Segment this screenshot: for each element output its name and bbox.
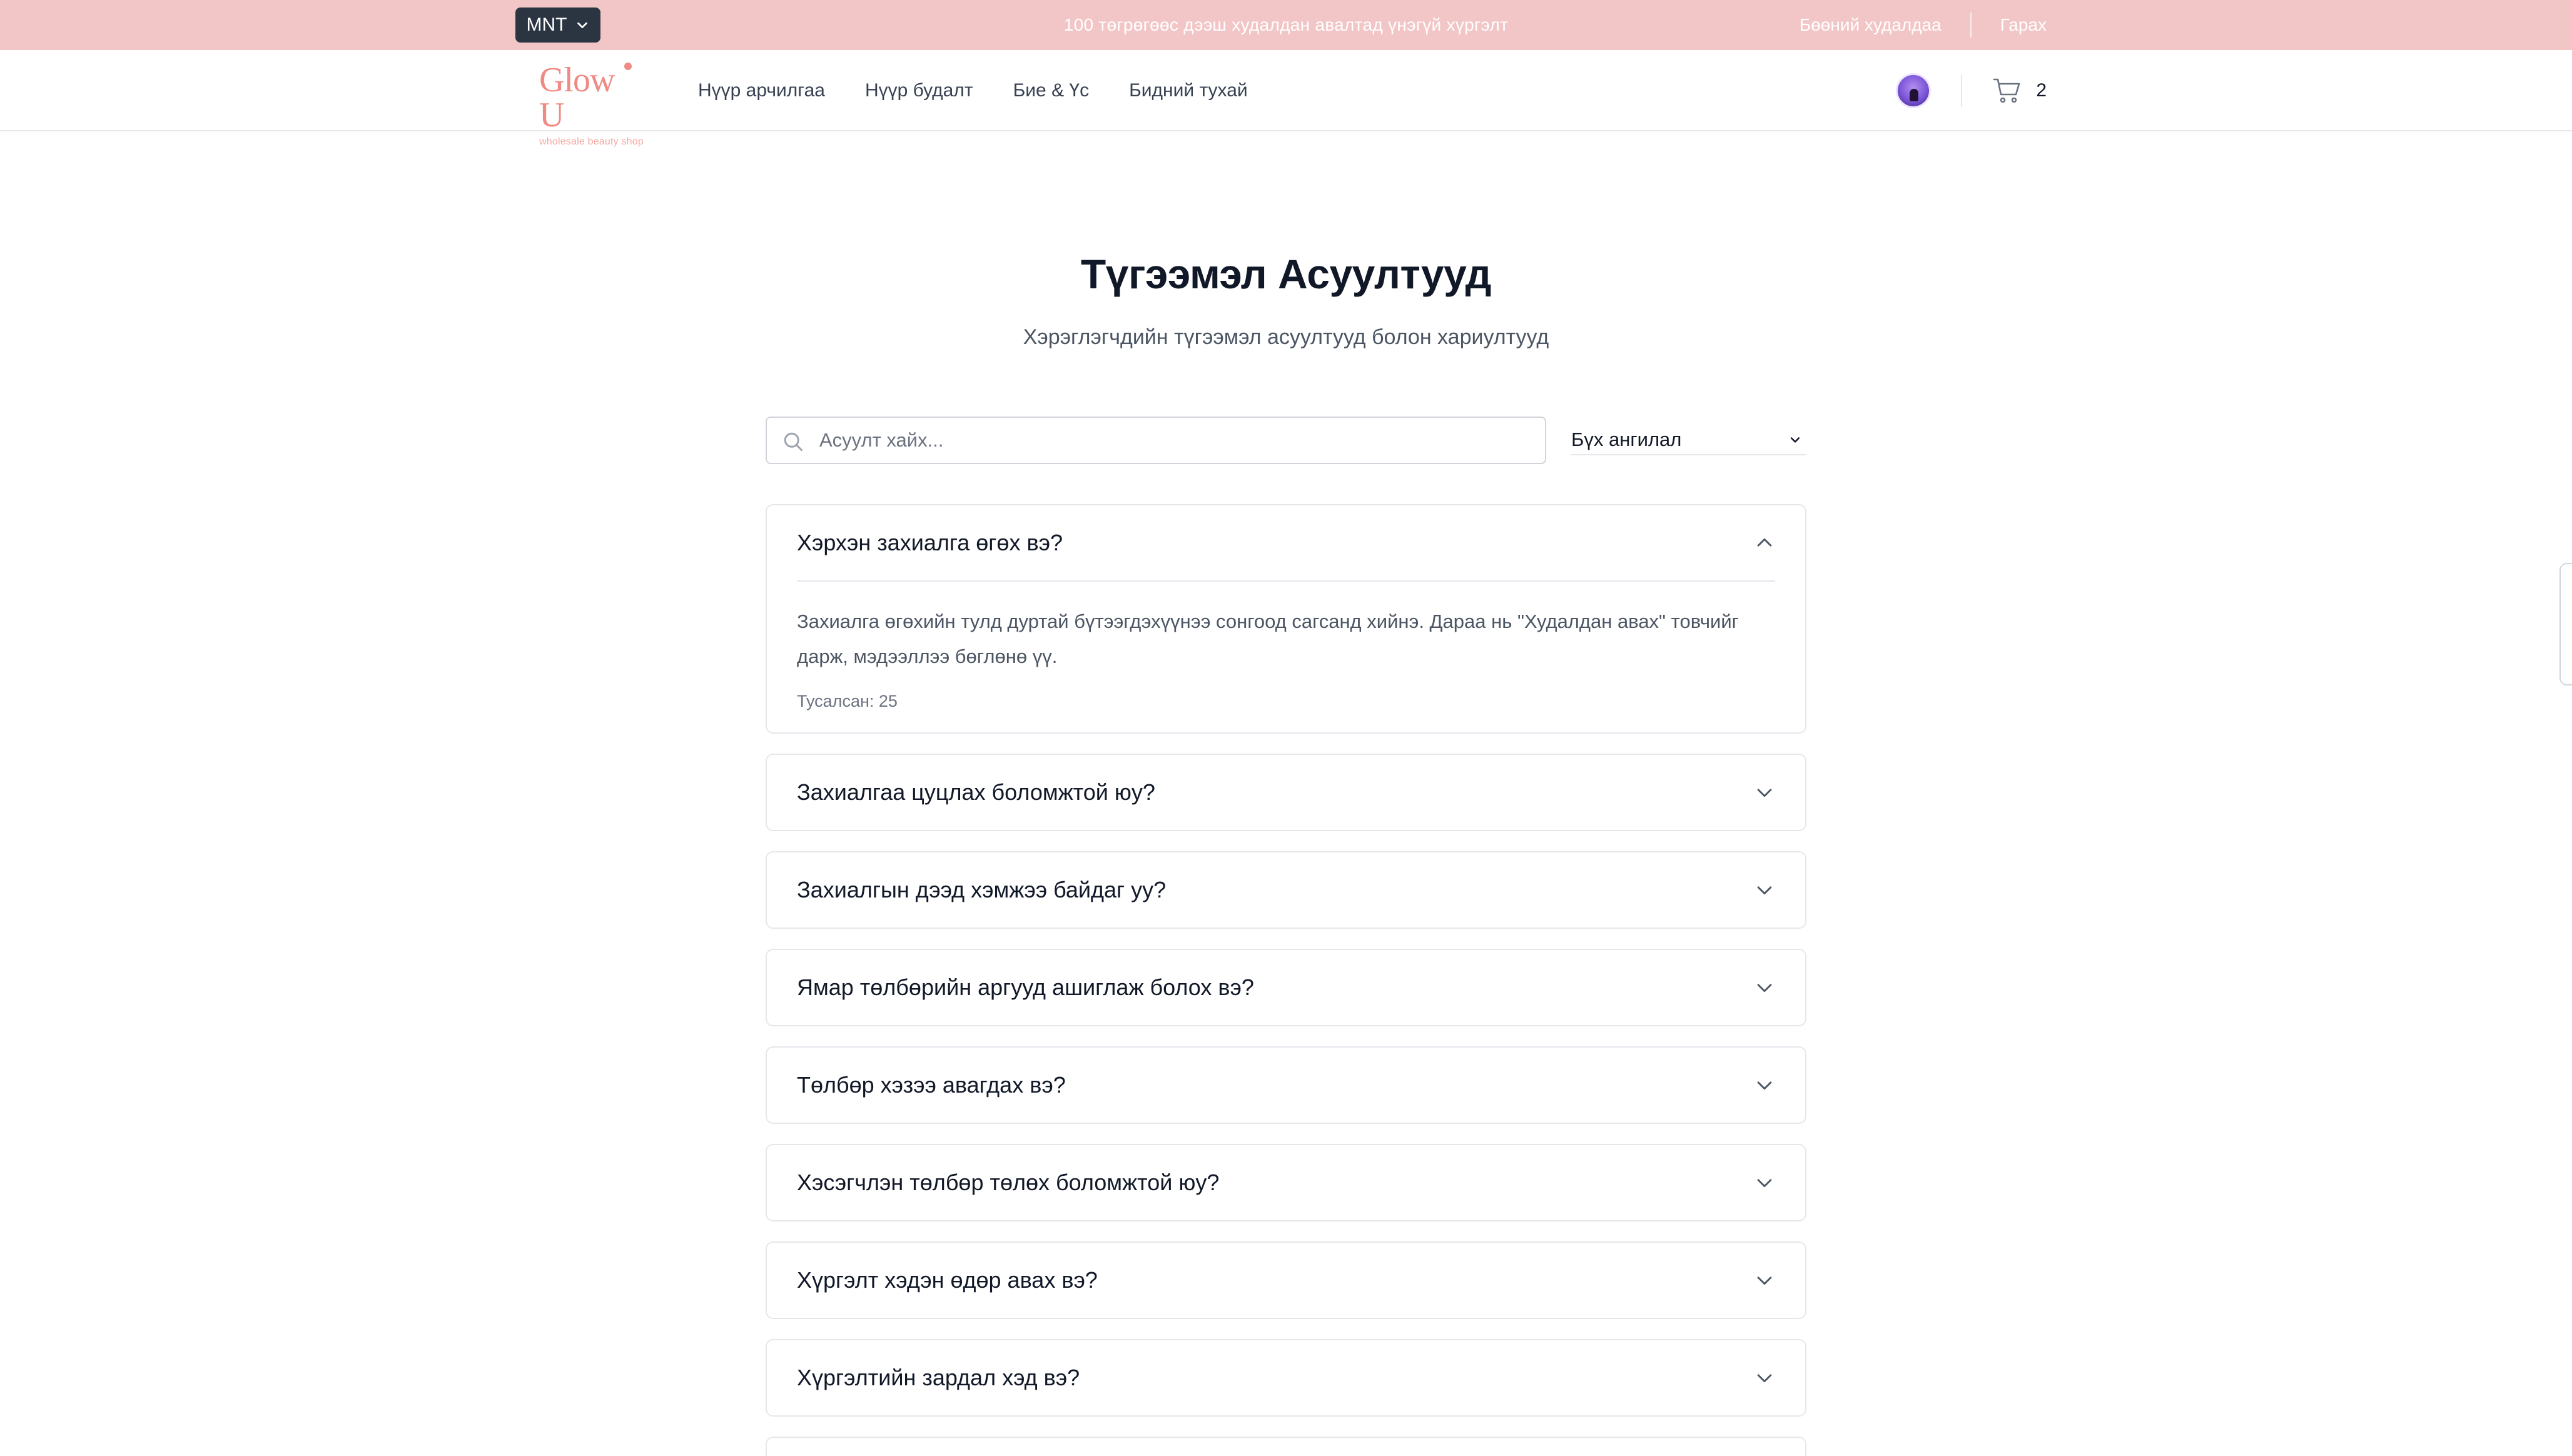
search-box (766, 417, 1546, 464)
nav-item-body-hair[interactable]: Бие & Үс (1013, 80, 1090, 101)
currency-label: MNT (526, 14, 567, 35)
chevron-down-icon (1757, 789, 1772, 797)
cart-count: 2 (2036, 80, 2047, 101)
cart-icon (1993, 78, 2020, 103)
faq-question: Хэсэгчлэн төлбөр төлөх боломжтой юу? (797, 1170, 1220, 1195)
faq-toggle[interactable]: Төлбөр хэзээ авагдах вэ? (767, 1048, 1805, 1123)
search-input[interactable] (819, 418, 1532, 463)
currency-selector[interactable]: MNT (515, 8, 600, 43)
faq-question: Захиалгаа цуцлах боломжтой юу? (797, 779, 1155, 805)
nav-item-makeup[interactable]: Нүүр будалт (865, 80, 973, 101)
logo-tagline: wholesale beauty shop (539, 136, 644, 147)
header-actions: 2 (1896, 50, 2047, 131)
faq-toggle[interactable]: Хүргэлтийн зардал хэд вэ? (767, 1340, 1805, 1415)
wholesale-link[interactable]: Бөөний худалдаа (1800, 15, 1942, 35)
nav-item-about[interactable]: Бидний тухай (1129, 80, 1248, 101)
site-header: Glow U wholesale beauty shop Нүүр арчилг… (0, 50, 2572, 147)
faq-item: Хүргэлт хэдэн өдөр авах вэ? (766, 1241, 1806, 1319)
faq-question: Хүргэлт хэдэн өдөр авах вэ? (797, 1267, 1098, 1293)
top-links: Бөөний худалдаа Гарах (1800, 0, 2047, 50)
faq-helpful-count: Тусалсан: 25 (797, 692, 898, 710)
header-divider (1961, 74, 1963, 107)
chevron-down-icon (1757, 1374, 1772, 1383)
faq-question: Ямар төлбөрийн аргууд ашиглаж болох вэ? (797, 974, 1254, 1000)
faq-toggle[interactable]: Захиалгын дээд хэмжээ байдаг уу? (767, 852, 1805, 928)
faq-toggle[interactable]: Хүргэлт хэдэн өдөр авах вэ? (767, 1243, 1805, 1318)
faq-question: Төлбөр хэзээ авагдах вэ? (797, 1072, 1066, 1098)
main-nav: Нүүр арчилгаа Нүүр будалт Бие & Үс Бидни… (698, 50, 1248, 131)
page-subtitle: Хэрэглэгчдийн түгээмэл асуултууд болон х… (1023, 325, 1549, 349)
chevron-down-icon (577, 22, 588, 29)
faq-item: Ямар төлбөрийн аргууд ашиглаж болох вэ? (766, 949, 1806, 1026)
faq-toggle[interactable]: Хэсэгчлэн төлбөр төлөх боломжтой юу? (767, 1145, 1805, 1220)
logo-dot (624, 63, 632, 70)
faq-answer: Захиалга өгөхийн тулд дуртай бүтээгдэхүү… (797, 610, 1739, 667)
category-select[interactable]: Бүх ангилал (1571, 425, 1806, 455)
faq-item: Хэрхэн захиалга өгөх вэ? Захиалга өгөхий… (766, 504, 1806, 734)
avatar[interactable] (1896, 73, 1932, 108)
faq-question: Хүргэлтийн зардал хэд вэ? (797, 1365, 1080, 1390)
faq-item: Хүргэлтийн зардал хэд вэ? (766, 1339, 1806, 1417)
faq-item-partial (766, 1437, 1806, 1456)
cart-button[interactable]: 2 (1992, 77, 2047, 104)
announcement-bar: MNT 100 төгрөгөөс дээш худалдан авалтад … (0, 0, 2572, 50)
logo-wordmark: Glow U (539, 61, 615, 134)
page-title: Түгээмэл Асуултууд (1080, 251, 1492, 297)
logout-link[interactable]: Гарах (2000, 15, 2047, 35)
chevron-down-icon (1757, 886, 1772, 895)
side-scroll-tab[interactable] (2559, 563, 2572, 685)
top-links-divider (1970, 13, 1972, 38)
announcement-text: 100 төгрөгөөс дээш худалдан авалтад үнэг… (1063, 15, 1509, 34)
faq-list: Хэрхэн захиалга өгөх вэ? Захиалга өгөхий… (766, 504, 1806, 1456)
chevron-down-icon (1790, 437, 1800, 443)
logo[interactable]: Glow U wholesale beauty shop (539, 63, 646, 147)
nav-item-face-care[interactable]: Нүүр арчилгаа (698, 80, 825, 101)
chevron-down-icon (1757, 984, 1772, 993)
category-selected: Бүх ангилал (1571, 428, 1682, 450)
chevron-down-icon (1757, 1179, 1772, 1188)
faq-question: Хэрхэн захиалга өгөх вэ? (797, 530, 1063, 555)
faq-question: Захиалгын дээд хэмжээ байдаг уу? (797, 877, 1167, 902)
faq-toggle[interactable]: Хэрхэн захиалга өгөх вэ? (767, 505, 1805, 580)
faq-toggle[interactable]: Ямар төлбөрийн аргууд ашиглаж болох вэ? (767, 950, 1805, 1025)
search-icon (784, 432, 802, 451)
chevron-up-icon (1757, 538, 1772, 547)
page: MNT 100 төгрөгөөс дээш худалдан авалтад … (0, 0, 2572, 1456)
chevron-down-icon (1757, 1081, 1772, 1090)
chevron-down-icon (1757, 1277, 1772, 1285)
faq-item: Төлбөр хэзээ авагдах вэ? (766, 1046, 1806, 1124)
faq-item: Захиалгын дээд хэмжээ байдаг уу? (766, 851, 1806, 929)
faq-item: Захиалгаа цуцлах боломжтой юу? (766, 754, 1806, 831)
faq-item: Хэсэгчлэн төлбөр төлөх боломжтой юу? (766, 1144, 1806, 1221)
faq-toggle[interactable]: Захиалгаа цуцлах боломжтой юу? (767, 755, 1805, 830)
